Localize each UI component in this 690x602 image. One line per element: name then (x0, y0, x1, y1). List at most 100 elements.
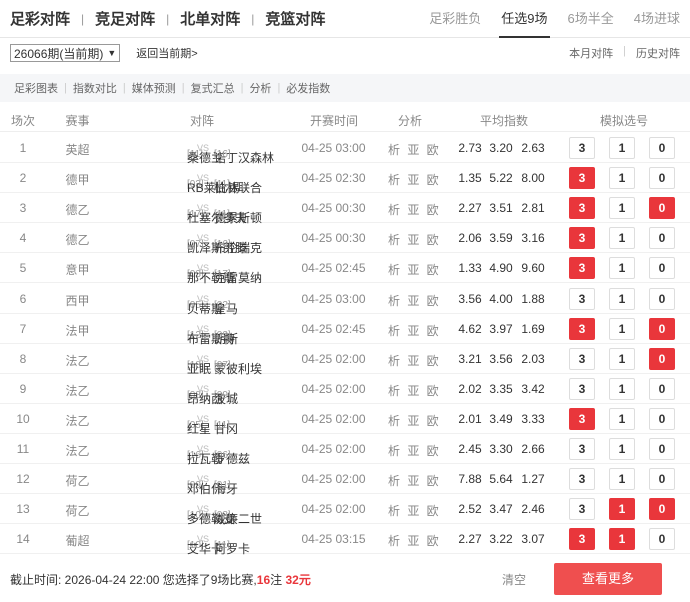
pick-win-button[interactable]: 3 (569, 407, 595, 430)
analysis-links[interactable]: 析 亚 欧 (388, 171, 439, 188)
league-name[interactable]: 德乙 (50, 231, 105, 248)
kickoff-time: 04-25 02:00 (301, 351, 366, 366)
kickoff-time: 04-25 03:00 (301, 141, 366, 155)
tool-odds-compare[interactable]: 指数对比 (73, 80, 117, 96)
table-row: 6 西甲 [05] 贝蒂斯 VS 皇马 [02] 04-25 03:00 析 亚 欧 3.56… (0, 284, 690, 316)
tool-charts[interactable]: 足彩图表 (14, 80, 58, 96)
main-tab-beidan[interactable]: 北单对阵 (180, 8, 240, 29)
pick-loss-button[interactable]: 0 (649, 317, 675, 340)
pick-draw-button[interactable]: 1 (609, 287, 635, 310)
pick-loss-button[interactable]: 0 (649, 438, 675, 460)
analysis-links[interactable]: 析 亚 欧 (388, 261, 439, 278)
pick-win-button[interactable]: 3 (569, 377, 595, 400)
tool-analysis[interactable]: 分析 (249, 80, 271, 96)
tab-jinqiu[interactable]: 4场进球 (624, 0, 680, 38)
clear-button[interactable]: 清空 (502, 571, 526, 588)
odds-loss: 1.27 (521, 472, 545, 487)
pick-loss-button[interactable]: 0 (649, 137, 675, 159)
tool-media-forecast[interactable]: 媒体预测 (132, 80, 176, 96)
league-name[interactable]: 法乙 (50, 382, 105, 399)
analysis-links[interactable]: 析 亚 欧 (388, 292, 439, 309)
main-tab-zucai[interactable]: 足彩对阵 (10, 8, 70, 29)
analysis-links[interactable]: 析 亚 欧 (388, 412, 439, 429)
pick-draw-button[interactable]: 1 (609, 498, 635, 521)
analysis-links[interactable]: 析 亚 欧 (388, 201, 439, 218)
pick-win-button[interactable]: 3 (569, 317, 595, 340)
league-name[interactable]: 葡超 (50, 532, 105, 549)
view-more-button[interactable]: 查看更多 (554, 563, 662, 595)
analysis-links[interactable]: 析 亚 欧 (388, 141, 439, 158)
main-tab-jingzu[interactable]: 竞足对阵 (95, 8, 155, 29)
pick-draw-button[interactable]: 1 (609, 137, 635, 159)
pick-loss-button[interactable]: 0 (649, 377, 675, 400)
vs-label: VS (196, 444, 209, 454)
tab-renxuan9[interactable]: 任选9场 (491, 0, 557, 38)
pick-win-button[interactable]: 3 (569, 137, 595, 159)
league-name[interactable]: 意甲 (50, 261, 105, 278)
analysis-links[interactable]: 析 亚 欧 (388, 231, 439, 248)
analysis-links[interactable]: 析 亚 欧 (388, 502, 439, 519)
pick-draw-button[interactable]: 1 (609, 257, 635, 280)
pick-loss-button[interactable]: 0 (649, 528, 675, 551)
league-name[interactable]: 荷乙 (50, 502, 105, 519)
pick-win-button[interactable]: 3 (569, 257, 595, 280)
pick-draw-button[interactable]: 1 (609, 377, 635, 400)
monthly-fixtures-link[interactable]: 本月对阵 (569, 45, 613, 61)
pick-win-button[interactable]: 3 (569, 287, 595, 310)
pick-draw-button[interactable]: 1 (609, 407, 635, 430)
pick-win-button[interactable]: 3 (569, 197, 595, 220)
analysis-links[interactable]: 析 亚 欧 (388, 472, 439, 489)
tab-banquan[interactable]: 6场半全 (558, 0, 624, 38)
pick-draw-button[interactable]: 1 (609, 167, 635, 190)
analysis-links[interactable]: 析 亚 欧 (388, 352, 439, 369)
league-name[interactable]: 法乙 (50, 442, 105, 459)
pick-loss-button[interactable]: 0 (649, 197, 675, 220)
analysis-links[interactable]: 析 亚 欧 (388, 442, 439, 459)
pick-win-button[interactable]: 3 (569, 498, 595, 521)
pick-draw-button[interactable]: 1 (609, 227, 635, 250)
header-fixture: 对阵 (190, 114, 215, 128)
pick-loss-button[interactable]: 0 (649, 287, 675, 310)
tab-shengfu[interactable]: 足彩胜负 (419, 0, 491, 38)
analysis-links[interactable]: 析 亚 欧 (388, 532, 439, 549)
league-name[interactable]: 荷乙 (50, 472, 105, 489)
pick-loss-button[interactable]: 0 (649, 347, 675, 370)
pick-loss-button[interactable]: 0 (649, 227, 675, 250)
pick-loss-button[interactable]: 0 (649, 257, 675, 280)
pick-loss-button[interactable]: 0 (649, 407, 675, 430)
odds-loss: 2.03 (521, 351, 545, 366)
league-name[interactable]: 英超 (50, 141, 105, 158)
pick-win-button[interactable]: 3 (569, 468, 595, 491)
pick-draw-button[interactable]: 1 (609, 317, 635, 340)
pick-draw-button[interactable]: 1 (609, 468, 635, 491)
history-fixtures-link[interactable]: 历史对阵 (636, 45, 680, 61)
pick-win-button[interactable]: 3 (569, 227, 595, 250)
league-name[interactable]: 法乙 (50, 352, 105, 369)
analysis-links[interactable]: 析 亚 欧 (388, 382, 439, 399)
pick-win-button[interactable]: 3 (569, 438, 595, 460)
back-to-current-link[interactable]: 返回当前期> (136, 45, 197, 61)
tool-betfair-index[interactable]: 必发指数 (286, 80, 330, 96)
pick-loss-button[interactable]: 0 (649, 167, 675, 190)
analysis-links[interactable]: 析 亚 欧 (388, 322, 439, 339)
pick-win-button[interactable]: 3 (569, 347, 595, 370)
league-name[interactable]: 德乙 (50, 201, 105, 218)
league-name[interactable]: 西甲 (50, 292, 105, 309)
main-tab-jinglan[interactable]: 竞篮对阵 (265, 8, 325, 29)
pick-win-button[interactable]: 3 (569, 167, 595, 190)
tool-multi-summary[interactable]: 复式汇总 (191, 80, 235, 96)
match-number: 14 (16, 532, 30, 547)
pick-draw-button[interactable]: 1 (609, 528, 635, 551)
period-select[interactable]: 26066期(当前期) ▼ (10, 44, 121, 62)
pick-loss-button[interactable]: 0 (649, 468, 675, 491)
pick-draw-button[interactable]: 1 (609, 438, 635, 460)
pick-draw-button[interactable]: 1 (609, 197, 635, 220)
league-name[interactable]: 德甲 (50, 171, 105, 188)
pick-draw-button[interactable]: 1 (609, 347, 635, 370)
pick-loss-button[interactable]: 0 (649, 498, 675, 521)
table-row: 14 葡超 [10] 艾华卡 VS 阿罗卡 [11] 04-25 03:15 析 亚 欧 2.… (0, 524, 690, 556)
league-name[interactable]: 法甲 (50, 322, 105, 339)
league-name[interactable]: 法乙 (50, 412, 105, 429)
kickoff-time: 04-25 02:30 (301, 171, 366, 186)
pick-win-button[interactable]: 3 (569, 528, 595, 551)
